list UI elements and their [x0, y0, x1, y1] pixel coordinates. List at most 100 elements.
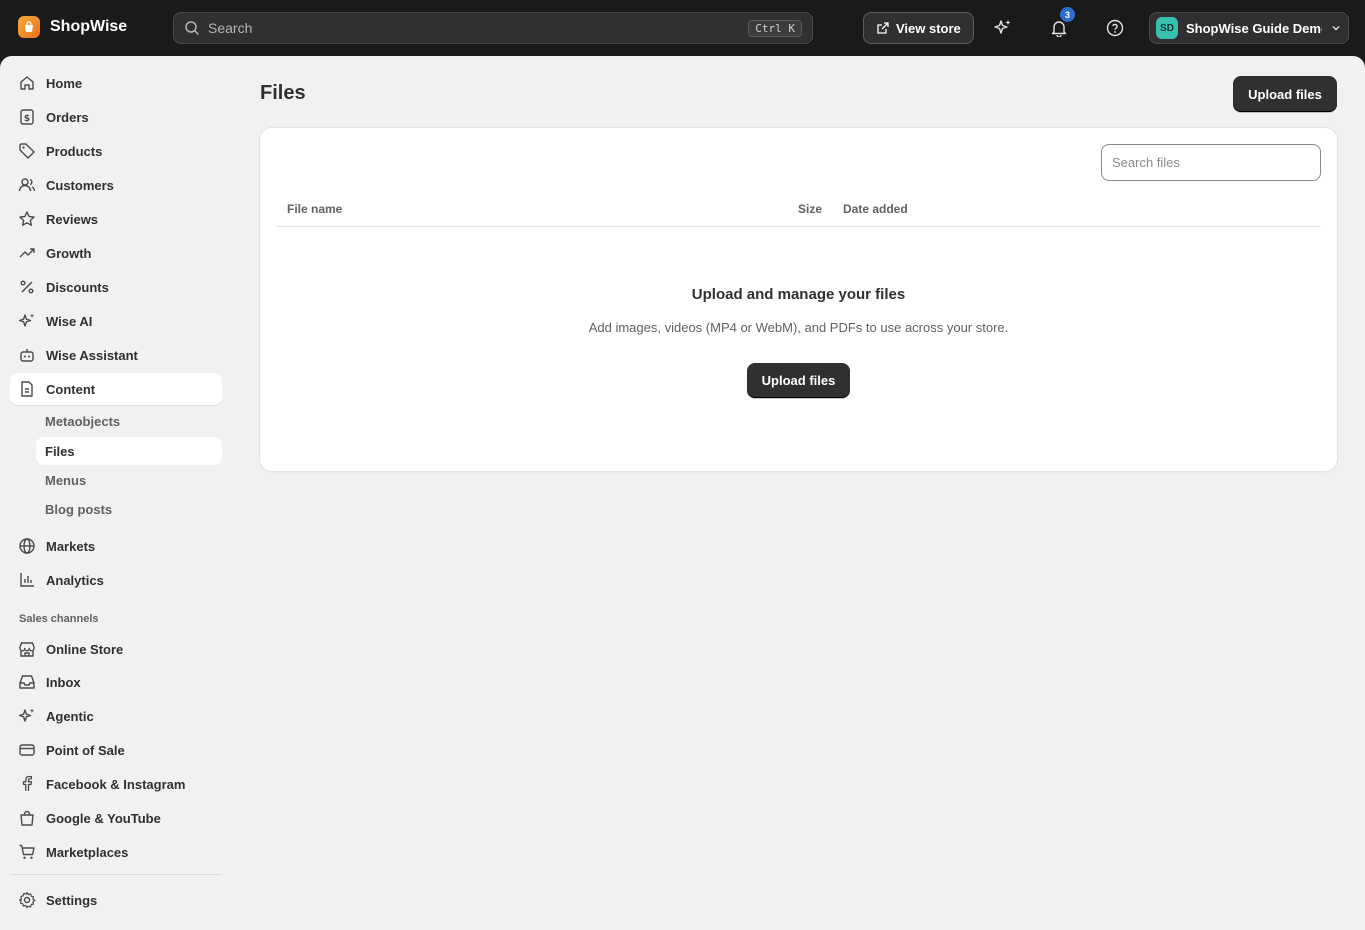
sidebar-subitem-blog-posts[interactable]: Blog posts [36, 495, 222, 523]
sidebar-item-label: Markets [46, 538, 96, 554]
sidebar-item-home[interactable]: Home [10, 67, 222, 99]
orders-icon: $ [18, 108, 36, 126]
global-search-input[interactable]: Search Ctrl K [173, 12, 813, 44]
sidebar-item-label: Online Store [46, 641, 124, 657]
upload-files-button[interactable]: Upload files [1233, 76, 1337, 112]
sidebar-item-google-youtube[interactable]: Google & YouTube [10, 802, 222, 834]
percent-icon [18, 278, 36, 296]
sparkle-icon [18, 312, 36, 330]
notifications-button[interactable]: 3 [1045, 7, 1075, 42]
files-card: Search files File name Size Date added U… [260, 128, 1337, 471]
card-icon [18, 741, 36, 759]
sidebar-item-label: Settings [46, 892, 98, 908]
sidebar-item-label: Agentic [46, 708, 94, 724]
brand-name: ShopWise [50, 18, 128, 35]
brand[interactable]: ShopWise [18, 16, 127, 38]
sidebar-subitem-menus[interactable]: Menus [36, 466, 222, 494]
sidebar-item-label: Inbox [46, 674, 81, 690]
sidebar-subitem-metaobjects[interactable]: Metaobjects [36, 407, 222, 435]
star-icon [18, 210, 36, 228]
search-icon [185, 21, 200, 36]
sidebar-item-settings[interactable]: Settings [10, 884, 222, 916]
trend-icon [18, 244, 36, 262]
sidebar-item-growth[interactable]: Growth [10, 237, 222, 269]
sidebar-item-content[interactable]: Content [10, 373, 222, 405]
sidebar-divider [10, 874, 222, 875]
view-store-button[interactable]: View store [863, 12, 974, 44]
bag-icon [18, 809, 36, 827]
account-name: ShopWise Guide Demo [1186, 20, 1322, 36]
svg-text:$: $ [24, 114, 30, 124]
table-header-divider [276, 226, 1321, 227]
store-icon [18, 640, 36, 658]
sidebar-item-inbox[interactable]: Inbox [10, 666, 222, 698]
empty-state-upload-button[interactable]: Upload files [747, 363, 850, 398]
shopwise-logo-icon [18, 16, 40, 38]
sidebar-item-facebook-instagram[interactable]: Facebook & Instagram [10, 768, 222, 800]
page-title: Files [260, 82, 306, 104]
sidebar-item-markets[interactable]: Markets [10, 530, 222, 562]
sidebar-item-label: Wise Assistant [46, 347, 138, 363]
empty-state-title: Upload and manage your files [691, 286, 906, 303]
gear-icon [18, 891, 36, 909]
top-bar: ShopWise Search Ctrl K View store 3 SD S… [0, 0, 1365, 56]
view-store-label: View store [896, 20, 961, 36]
empty-state-description: Add images, videos (MP4 or WebM), and PD… [588, 320, 1009, 335]
sidebar-item-point-of-sale[interactable]: Point of Sale [10, 734, 222, 766]
people-icon [18, 176, 36, 194]
search-shortcut: Ctrl K [748, 19, 802, 37]
sidekick-button[interactable] [989, 14, 1017, 42]
sales-channels-heading: Sales channels [19, 613, 99, 625]
column-header-date-added[interactable]: Date added [843, 202, 908, 216]
sidebar-item-wise-ai[interactable]: Wise AI [10, 305, 222, 337]
external-link-icon [877, 22, 889, 34]
sidebar-item-agentic[interactable]: Agentic [10, 700, 222, 732]
column-header-file-name[interactable]: File name [287, 202, 342, 216]
facebook-icon [18, 775, 36, 793]
sidebar-item-label: Analytics [46, 572, 104, 588]
notification-badge: 3 [1060, 7, 1075, 22]
home-icon [18, 74, 36, 92]
search-files-input[interactable]: Search files [1101, 144, 1321, 181]
sidebar-item-label: Customers [46, 177, 114, 193]
search-files-placeholder: Search files [1112, 155, 1180, 170]
sidebar-item-label: Products [46, 143, 103, 159]
sidebar-item-label: Reviews [46, 211, 99, 227]
chevron-down-icon [1332, 26, 1340, 31]
inbox-icon [18, 673, 36, 691]
cart-icon [18, 843, 36, 861]
sidebar: Home $ Orders Products Customers Reviews… [0, 56, 232, 930]
sidebar-item-products[interactable]: Products [10, 135, 222, 167]
help-button[interactable] [1101, 14, 1129, 42]
sidebar-item-marketplaces[interactable]: Marketplaces [10, 836, 222, 868]
chart-icon [18, 571, 36, 589]
sparkle-icon [994, 20, 1011, 34]
sidebar-item-label: Home [46, 75, 83, 91]
sidebar-item-label: Google & YouTube [46, 810, 161, 826]
sidebar-item-online-store[interactable]: Online Store [10, 633, 222, 665]
account-menu[interactable]: SD ShopWise Guide Demo [1149, 12, 1349, 44]
sidebar-item-label: Growth [46, 245, 92, 261]
tag-icon [18, 142, 36, 160]
sidebar-item-label: Wise AI [46, 313, 93, 329]
sparkle-icon [18, 707, 36, 725]
sidebar-item-label: Marketplaces [46, 844, 129, 860]
sidebar-item-label: Point of Sale [46, 742, 125, 758]
avatar: SD [1156, 17, 1178, 39]
search-placeholder: Search [208, 20, 253, 36]
sidebar-item-analytics[interactable]: Analytics [10, 564, 222, 596]
sidebar-item-customers[interactable]: Customers [10, 169, 222, 201]
sidebar-item-orders[interactable]: $ Orders [10, 101, 222, 133]
robot-icon [18, 346, 36, 364]
sidebar-item-label: Facebook & Instagram [46, 776, 186, 792]
main-frame: Home $ Orders Products Customers Reviews… [0, 56, 1365, 930]
document-icon [18, 380, 36, 398]
sidebar-item-discounts[interactable]: Discounts [10, 271, 222, 303]
sidebar-item-label: Orders [46, 109, 89, 125]
sidebar-item-wise-assistant[interactable]: Wise Assistant [10, 339, 222, 371]
sidebar-subitem-files[interactable]: Files [36, 437, 222, 465]
column-header-size[interactable]: Size [798, 202, 822, 216]
help-icon [1106, 19, 1124, 37]
sidebar-item-reviews[interactable]: Reviews [10, 203, 222, 235]
sidebar-item-label: Content [46, 381, 96, 397]
